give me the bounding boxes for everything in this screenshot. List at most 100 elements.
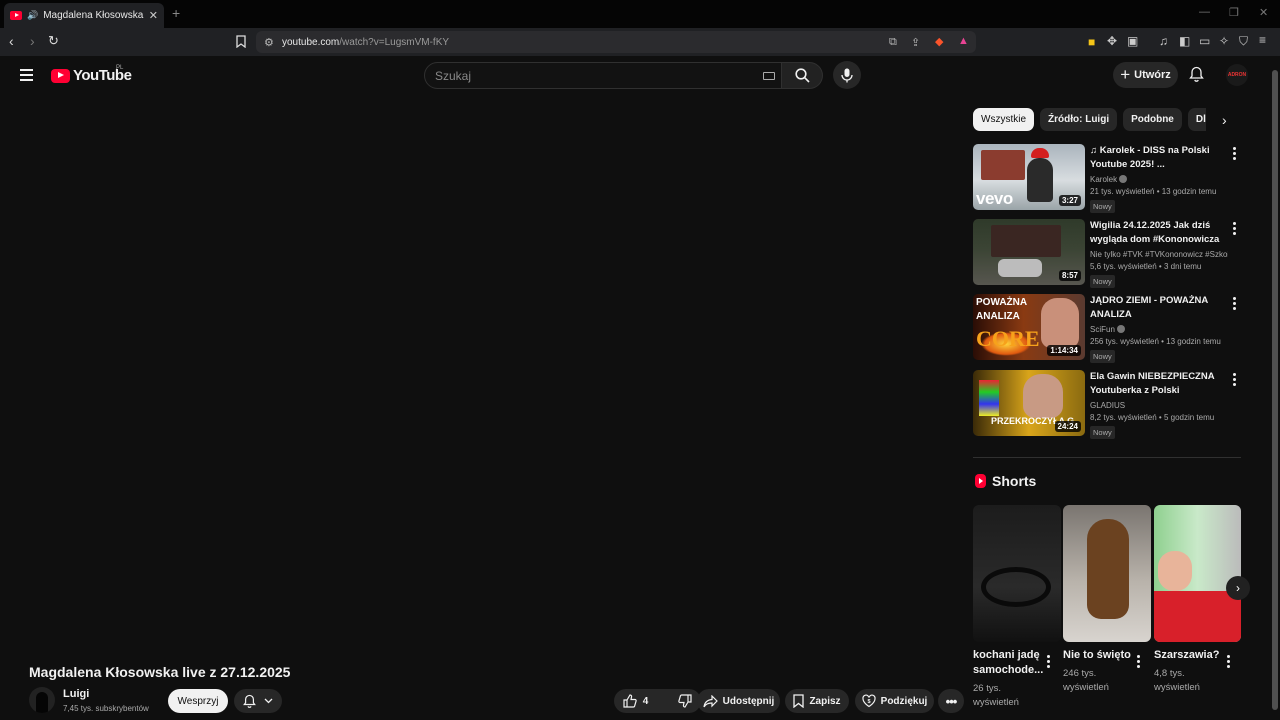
url-path: /watch?v=LugsmVM-fKY [339,36,450,48]
channel-name[interactable]: Karolek [1090,175,1117,184]
speaker-icon[interactable]: 🔊 [27,10,38,21]
subscription-bell-button[interactable] [234,689,282,713]
like-button[interactable]: 4 [613,689,659,713]
video-title[interactable]: Wigilia 24.12.2025 Jak dziś wygląda dom … [1090,219,1228,247]
search-button[interactable] [782,62,823,89]
vpn-icon[interactable]: ⛉ [1239,34,1248,49]
create-button[interactable]: + Utwórz [1113,62,1178,88]
guide-menu-icon[interactable] [20,69,33,84]
share-page-icon[interactable]: ⇪ [911,36,920,49]
short-title[interactable]: kochani jadę samochode... [973,648,1043,678]
account-avatar[interactable]: ADRON [1226,64,1248,86]
new-tab-icon[interactable]: + [172,5,180,21]
rewards-icon[interactable]: ▲ [958,35,969,47]
video-thumbnail[interactable]: PRZEKROCZYŁA G 24:24 [973,370,1085,436]
leo-ai-icon[interactable]: ✧ [1219,34,1229,48]
youtube-logo[interactable]: YouTube PL [51,65,132,84]
chip-related[interactable]: Podobne [1123,108,1182,131]
chip-all[interactable]: Wszystkie [973,108,1034,131]
back-icon[interactable]: ‹ [9,34,14,48]
sidebar-icon[interactable]: ◧ [1179,34,1190,48]
short-options-icon[interactable] [1047,655,1050,670]
extension-puzzle-icon[interactable]: ✥ [1107,34,1117,48]
upload-age: 3 dni temu [1163,262,1202,271]
new-badge: Nowy [1090,426,1115,439]
upload-age: 5 godzin temu [1163,413,1215,422]
video-title[interactable]: Ela Gawin NIEBEZPIECZNA Youtuberka z Pol… [1090,370,1228,398]
video-thumbnail[interactable]: POWAŻNA ANALIZA CORE 1:14:34 [973,294,1085,360]
scrollbar-thumb[interactable] [1272,70,1278,710]
tab-title: Magdalena Kłosowska live z 27.12.2025 [43,10,144,21]
video-duration: 1:14:34 [1047,345,1081,356]
video-thumbnail[interactable]: vevo 3:27 [973,144,1085,210]
restore-icon[interactable]: ❐ [1229,6,1239,19]
video-title[interactable]: JĄDRO ZIEMI - POWAŻNA ANALIZA [1090,294,1228,322]
short-options-icon[interactable] [1137,655,1140,670]
channel-name[interactable]: Nie tylko #TVK #TVKononowicz #Szkoin... [1090,250,1228,259]
shorts-next-chevron-icon[interactable]: › [1226,576,1250,600]
search-input[interactable] [435,69,735,83]
shorts-heading: Shorts [975,473,1036,489]
video-player[interactable] [0,98,960,650]
short-thumbnail[interactable] [1063,505,1151,642]
shorts-title: Shorts [992,473,1037,489]
more-actions-button[interactable]: ••• [938,689,964,713]
svg-text:$: $ [867,699,870,705]
short-thumbnail[interactable] [973,505,1061,642]
vevo-watermark: vevo [976,189,1013,208]
url-field[interactable]: ⚙ youtube.com/watch?v=LugsmVM-fKY ⧉ ⇪ ◆ … [256,31,976,53]
page-scrollbar[interactable] [1270,56,1280,720]
site-settings-icon[interactable]: ⚙ [264,36,274,49]
short-title[interactable]: Szarszawia? [1154,648,1224,663]
new-badge: Nowy [1090,350,1115,363]
keyboard-icon[interactable] [763,72,775,80]
more-horizontal-icon: ••• [945,693,958,709]
short-options-icon[interactable] [1227,655,1230,670]
thumbs-up-icon [623,694,637,708]
menu-icon[interactable]: ≡ [1259,33,1266,47]
short-title[interactable]: Nie to święto [1063,648,1133,663]
video-options-icon[interactable] [1233,147,1236,162]
support-button[interactable]: Wesprzyj [168,689,228,713]
extension-screen-icon[interactable]: ▣ [1127,34,1138,48]
video-title[interactable]: ♫ Karolek - DISS na Polski Youtube 2025!… [1090,144,1228,172]
recommended-video[interactable]: vevo 3:27 ♫ Karolek - DISS na Polski You… [973,144,1243,213]
voice-search-button[interactable] [833,61,861,89]
share-button[interactable]: Udostępnij [697,689,780,713]
video-options-icon[interactable] [1233,297,1236,312]
close-window-icon[interactable]: ✕ [1259,6,1268,19]
chip-source[interactable]: Źródło: Luigi [1040,108,1118,131]
channel-name[interactable]: GLADIUS [1090,401,1125,410]
bookmark-icon[interactable] [236,35,246,48]
forward-icon[interactable]: › [30,34,35,48]
open-external-icon[interactable]: ⧉ [889,36,897,49]
short-thumbnail[interactable] [1154,505,1241,642]
recommended-video[interactable]: POWAŻNA ANALIZA CORE 1:14:34 JĄDRO ZIEMI… [973,294,1243,363]
video-options-icon[interactable] [1233,222,1236,237]
music-icon[interactable]: ♫ [1159,34,1168,48]
upload-age: 13 godzin temu [1161,187,1217,196]
recommended-video[interactable]: PRZEKROCZYŁA G 24:24 Ela Gawin NIEBEZPIE… [973,370,1243,439]
extension-yellow-icon[interactable]: ■ [1088,35,1095,49]
channel-avatar[interactable] [29,687,55,713]
thumbs-down-icon [678,694,692,708]
plus-icon: + [1120,65,1131,84]
save-button[interactable]: Zapisz [785,689,849,713]
notifications-bell-icon[interactable] [1189,66,1204,83]
browser-tab-active[interactable]: 🔊 Magdalena Kłosowska live z 27.12.2025 … [4,3,164,28]
brave-shield-icon[interactable]: ◆ [935,35,943,48]
video-thumbnail[interactable]: 8:57 [973,219,1085,285]
thumb-santa-hat [1031,148,1049,158]
minimize-icon[interactable]: — [1199,6,1210,18]
reload-icon[interactable]: ↻ [48,34,59,48]
video-options-icon[interactable] [1233,373,1236,388]
close-tab-icon[interactable]: ✕ [149,9,158,22]
channel-name[interactable]: Luigi [63,688,89,700]
search-box [424,62,782,89]
chips-next-chevron-icon[interactable]: › [1222,112,1227,128]
wallet-icon[interactable]: ▭ [1199,34,1210,48]
chip-for-you[interactable]: Dla Ciebie [1187,108,1206,131]
channel-name[interactable]: SciFun [1090,325,1115,334]
recommended-video[interactable]: 8:57 Wigilia 24.12.2025 Jak dziś wygląda… [973,219,1243,288]
thanks-button[interactable]: $ Podziękuj [855,689,934,713]
